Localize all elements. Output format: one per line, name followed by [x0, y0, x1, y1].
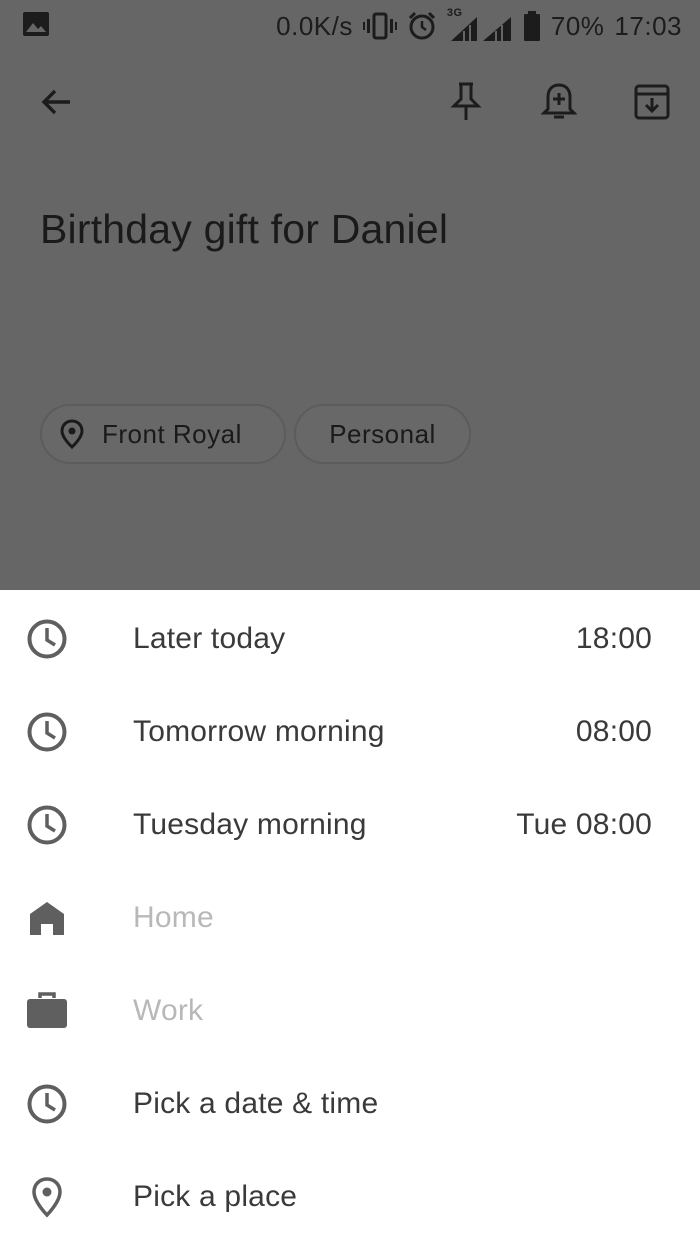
reminder-option-label: Later today — [133, 622, 286, 655]
pin-button[interactable] — [442, 78, 490, 126]
network-speed: 0.0K/s — [276, 10, 353, 41]
note-editor-screen: 0.0K/s 3G 70% 17:03 Birthday gift for Da… — [0, 0, 700, 1243]
home-icon — [26, 897, 68, 939]
label-chip-personal[interactable]: Personal — [294, 404, 471, 464]
reminder-option-label: Home — [133, 901, 214, 934]
image-icon — [22, 11, 50, 42]
clock-icon — [26, 711, 68, 753]
reminder-option-time: 08:00 — [575, 715, 652, 748]
location-chip-label: Front Royal — [102, 418, 242, 449]
back-arrow-icon — [41, 89, 70, 115]
back-button[interactable] — [32, 78, 80, 126]
note-title[interactable]: Birthday gift for Daniel — [40, 206, 448, 253]
alarm-icon — [407, 11, 437, 41]
reminder-bottom-sheet: Later today 18:00 Tomorrow morning 08:00… — [0, 590, 700, 1243]
reminder-option-label: Tomorrow morning — [133, 715, 385, 748]
network-type: 3G — [446, 7, 463, 19]
location-pin-icon — [26, 1176, 68, 1218]
status-indicators: 0.0K/s 3G 70% 17:03 — [276, 6, 682, 46]
reminder-option-label: Work — [133, 994, 204, 1027]
reminder-option-later-today[interactable]: Later today 18:00 — [0, 592, 700, 685]
reminder-option-time: Tue 08:00 — [516, 808, 652, 841]
clock-icon — [26, 618, 68, 660]
pin-icon — [450, 82, 482, 120]
clock-icon — [26, 804, 68, 846]
briefcase-icon — [26, 990, 68, 1032]
reminder-option-home[interactable]: Home — [0, 871, 700, 964]
clock-icon — [26, 1083, 68, 1125]
reminder-option-tuesday-morning[interactable]: Tuesday morning Tue 08:00 — [0, 778, 700, 871]
reminder-option-work[interactable]: Work — [0, 964, 700, 1057]
battery-percent: 70% — [550, 10, 605, 41]
location-pin-icon — [60, 419, 84, 449]
add-reminder-icon — [541, 83, 577, 119]
battery-icon — [523, 11, 541, 41]
archive-icon — [634, 84, 670, 120]
reminder-option-time: 18:00 — [575, 622, 652, 655]
clock-time: 17:03 — [614, 10, 682, 41]
archive-button[interactable] — [628, 78, 676, 126]
label-chip-text: Personal — [329, 418, 436, 449]
status-bar: 0.0K/s 3G 70% 17:03 — [0, 0, 700, 50]
signal-icon: 3G — [447, 7, 513, 41]
reminder-option-pick-date-time[interactable]: Pick a date & time — [0, 1057, 700, 1150]
reminder-option-label: Pick a date & time — [133, 1087, 379, 1120]
reminder-option-tomorrow-morning[interactable]: Tomorrow morning 08:00 — [0, 685, 700, 778]
location-chip[interactable]: Front Royal — [40, 404, 286, 464]
reminder-option-pick-place[interactable]: Pick a place — [0, 1150, 700, 1243]
add-reminder-button[interactable] — [535, 78, 583, 126]
vibrate-icon — [362, 12, 397, 40]
reminder-option-label: Tuesday morning — [133, 808, 367, 841]
reminder-option-label: Pick a place — [133, 1180, 298, 1213]
